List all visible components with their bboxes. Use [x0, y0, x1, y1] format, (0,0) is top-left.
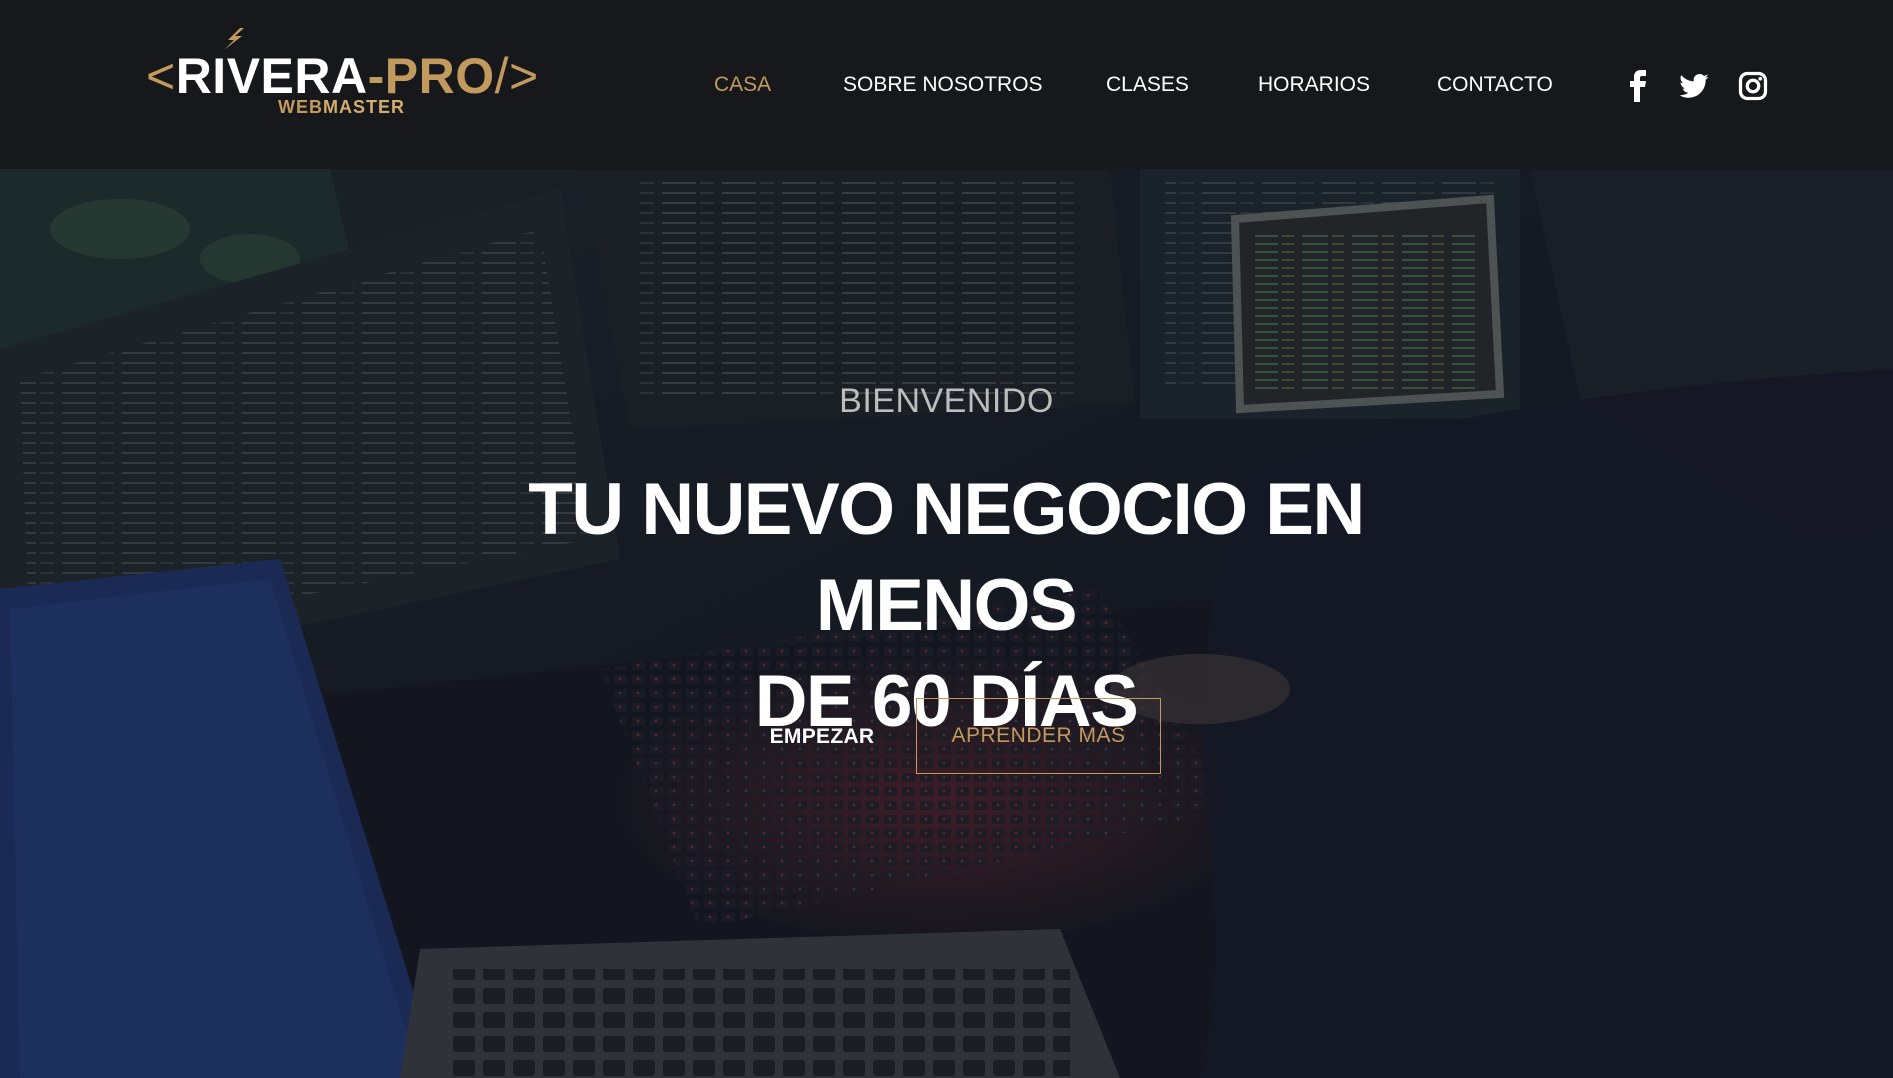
logo-tagline-web: WEB	[278, 97, 323, 117]
hero-section: BIENVENIDO TU NUEVO NEGOCIO EN MENOS DE …	[0, 169, 1893, 1078]
nav-item-horarios[interactable]: HORARIOS	[1258, 70, 1370, 100]
aprender-mas-button[interactable]: APRENDER MAS	[916, 698, 1161, 774]
logo-bracket-close: />	[494, 48, 539, 104]
twitter-icon[interactable]	[1678, 70, 1710, 102]
hero-content: BIENVENIDO TU NUEVO NEGOCIO EN MENOS DE …	[0, 169, 1893, 1078]
hero-headline-line-1: TU NUEVO NEGOCIO EN MENOS	[528, 469, 1365, 646]
logo-tagline: WEBMASTER	[278, 96, 405, 118]
logo-bracket-open: <	[146, 48, 176, 104]
nav-item-sobre-nosotros[interactable]: SOBRE NOSOTROS	[843, 70, 1043, 100]
nav-item-casa[interactable]: CASA	[714, 70, 771, 100]
site-header: <RIVERA-PRO/> WEBMASTER CASA SOBRE NOSOT…	[0, 0, 1893, 169]
facebook-icon[interactable]	[1625, 70, 1651, 102]
logo-tagline-master: MASTER	[323, 97, 405, 117]
nav-item-clases[interactable]: CLASES	[1106, 70, 1189, 100]
nav-item-contacto[interactable]: CONTACTO	[1437, 70, 1553, 100]
instagram-icon[interactable]	[1738, 70, 1768, 102]
empezar-button[interactable]: EMPEZAR	[750, 714, 894, 760]
site-logo[interactable]: <RIVERA-PRO/> WEBMASTER	[146, 28, 539, 120]
hero-kicker: BIENVENIDO	[839, 382, 1054, 420]
page: <RIVERA-PRO/> WEBMASTER CASA SOBRE NOSOT…	[0, 0, 1893, 1078]
